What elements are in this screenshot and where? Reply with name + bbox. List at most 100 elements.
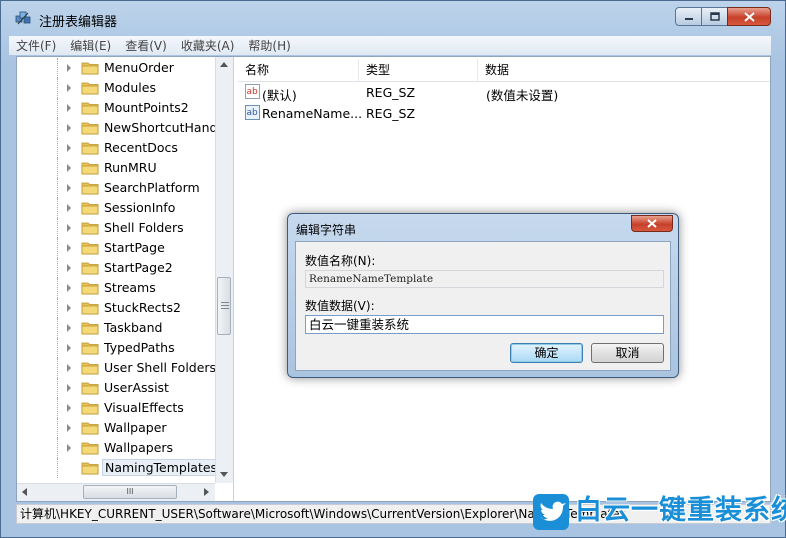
tree-guide-line [57, 458, 58, 478]
tree-guide-line [57, 238, 58, 258]
edit-string-dialog: 编辑字符串 数值名称(N): RenameNameTemplate 数值数据(V… [287, 213, 679, 378]
expand-arrow-icon[interactable] [67, 404, 71, 412]
expand-arrow-icon[interactable] [67, 384, 71, 392]
bird-logo-shape [540, 501, 566, 521]
svg-text:ab: ab [247, 87, 259, 97]
folder-icon [81, 82, 99, 95]
cancel-button[interactable]: 取消 [591, 343, 664, 363]
folder-icon [81, 242, 99, 255]
expand-arrow-icon[interactable] [67, 84, 71, 92]
column-header-type[interactable]: 类型 [359, 59, 478, 81]
tree-guide-line [57, 358, 58, 378]
title-bar[interactable]: 注册表编辑器 [1, 1, 785, 35]
expand-arrow-icon[interactable] [67, 204, 71, 212]
folder-icon [81, 422, 99, 435]
folder-icon [81, 322, 99, 335]
key-tree: MenuOrder Modules MountPoints2 NewShortcutH… [17, 57, 234, 501]
folder-icon [81, 182, 99, 195]
dialog-close-button[interactable] [631, 215, 673, 232]
tree-item-label: Modules [104, 80, 156, 95]
dialog-title: 编辑字符串 [296, 223, 357, 237]
caption-buttons [675, 7, 771, 26]
list-row-renamenametemplate[interactable]: ab RenameName... REG_SZ [238, 103, 770, 124]
expand-arrow-icon[interactable] [67, 184, 71, 192]
expand-arrow-icon[interactable] [67, 424, 71, 432]
column-header-data[interactable]: 数据 [478, 59, 770, 81]
row-name: (默认) [262, 88, 297, 103]
expand-arrow-icon[interactable] [67, 104, 71, 112]
value-data-input[interactable]: 白云一键重装系统 [305, 315, 664, 334]
tree-vertical-scrollbar[interactable] [215, 57, 233, 483]
expand-arrow-icon[interactable] [67, 284, 71, 292]
tree-guide-line [57, 118, 58, 138]
folder-icon [81, 462, 99, 475]
expand-arrow-icon[interactable] [67, 144, 71, 152]
tree-item-label: NewShortcutHandle [104, 120, 229, 135]
expand-arrow-icon[interactable] [67, 444, 71, 452]
menu-edit[interactable]: 编辑(E) [63, 37, 118, 54]
folder-icon [81, 222, 99, 235]
menu-view[interactable]: 查看(V) [118, 37, 174, 54]
expand-arrow-icon[interactable] [67, 364, 71, 372]
folder-icon [81, 282, 99, 295]
expand-arrow-icon[interactable] [67, 164, 71, 172]
folder-icon [81, 102, 99, 115]
folder-icon [81, 402, 99, 415]
tree-guide-line [57, 378, 58, 398]
expand-arrow-icon[interactable] [67, 344, 71, 352]
expand-arrow-icon[interactable] [67, 264, 71, 272]
maximize-button[interactable] [701, 7, 727, 26]
tree-horizontal-scroll-thumb[interactable]: III [83, 485, 177, 499]
tree-guide-line [57, 338, 58, 358]
tree-item-label: NamingTemplates [102, 459, 221, 476]
tree-item-label: StartPage [104, 240, 165, 255]
scroll-up-arrow-icon[interactable] [220, 62, 228, 67]
tree-guide-line [57, 258, 58, 278]
scroll-right-arrow-icon[interactable] [204, 488, 209, 496]
tree-item-label: MountPoints2 [104, 100, 189, 115]
tree-item-label: User Shell Folders [104, 360, 217, 375]
tree-horizontal-scrollbar[interactable]: III [17, 483, 215, 501]
tree-vertical-scroll-thumb[interactable] [217, 277, 231, 335]
menu-bar: 文件(F) 编辑(E) 查看(V) 收藏夹(A) 帮助(H) [9, 36, 771, 55]
menu-help[interactable]: 帮助(H) [241, 37, 297, 54]
tree-item-label: SearchPlatform [104, 180, 200, 195]
expand-arrow-icon[interactable] [67, 244, 71, 252]
minimize-button[interactable] [675, 7, 701, 26]
menu-file[interactable]: 文件(F) [9, 37, 63, 54]
menu-favorites[interactable]: 收藏夹(A) [174, 37, 242, 54]
tree-item-label: MenuOrder [104, 60, 174, 75]
scroll-down-arrow-icon[interactable] [220, 472, 228, 477]
tree-guide-line [57, 438, 58, 458]
tree-guide-line [57, 278, 58, 298]
tree-guide-line [57, 218, 58, 238]
folder-icon [81, 362, 99, 375]
bird-logo-icon [533, 494, 569, 530]
tree-guide-line [57, 158, 58, 178]
expand-arrow-icon[interactable] [67, 304, 71, 312]
svg-text:ab: ab [247, 108, 259, 118]
registry-editor-icon [15, 11, 31, 25]
scroll-left-arrow-icon[interactable] [22, 488, 27, 496]
folder-icon [81, 342, 99, 355]
row-type: REG_SZ [366, 106, 416, 121]
expand-arrow-icon[interactable] [67, 324, 71, 332]
close-icon [743, 11, 755, 22]
list-row-default[interactable]: ab (默认) REG_SZ (数值未设置) [238, 82, 770, 103]
tree-item-label: RunMRU [104, 160, 157, 175]
tree-guide-line [57, 138, 58, 158]
watermark-text: 白云一键重装系统 [575, 495, 786, 526]
column-header-name[interactable]: 名称 [238, 59, 359, 81]
tree-item-label: Taskband [104, 320, 163, 335]
watermark: 白云一键重装系统 [533, 492, 786, 532]
expand-arrow-icon[interactable] [67, 64, 71, 72]
row-data: (数值未设置) [486, 88, 559, 103]
ok-button[interactable]: 确定 [510, 343, 583, 363]
close-button[interactable] [727, 7, 771, 26]
folder-icon [81, 162, 99, 175]
tree-guide-line [57, 418, 58, 438]
tree-guide-line [57, 178, 58, 198]
row-name: RenameName... [262, 106, 363, 121]
expand-arrow-icon[interactable] [67, 124, 71, 132]
expand-arrow-icon[interactable] [67, 224, 71, 232]
